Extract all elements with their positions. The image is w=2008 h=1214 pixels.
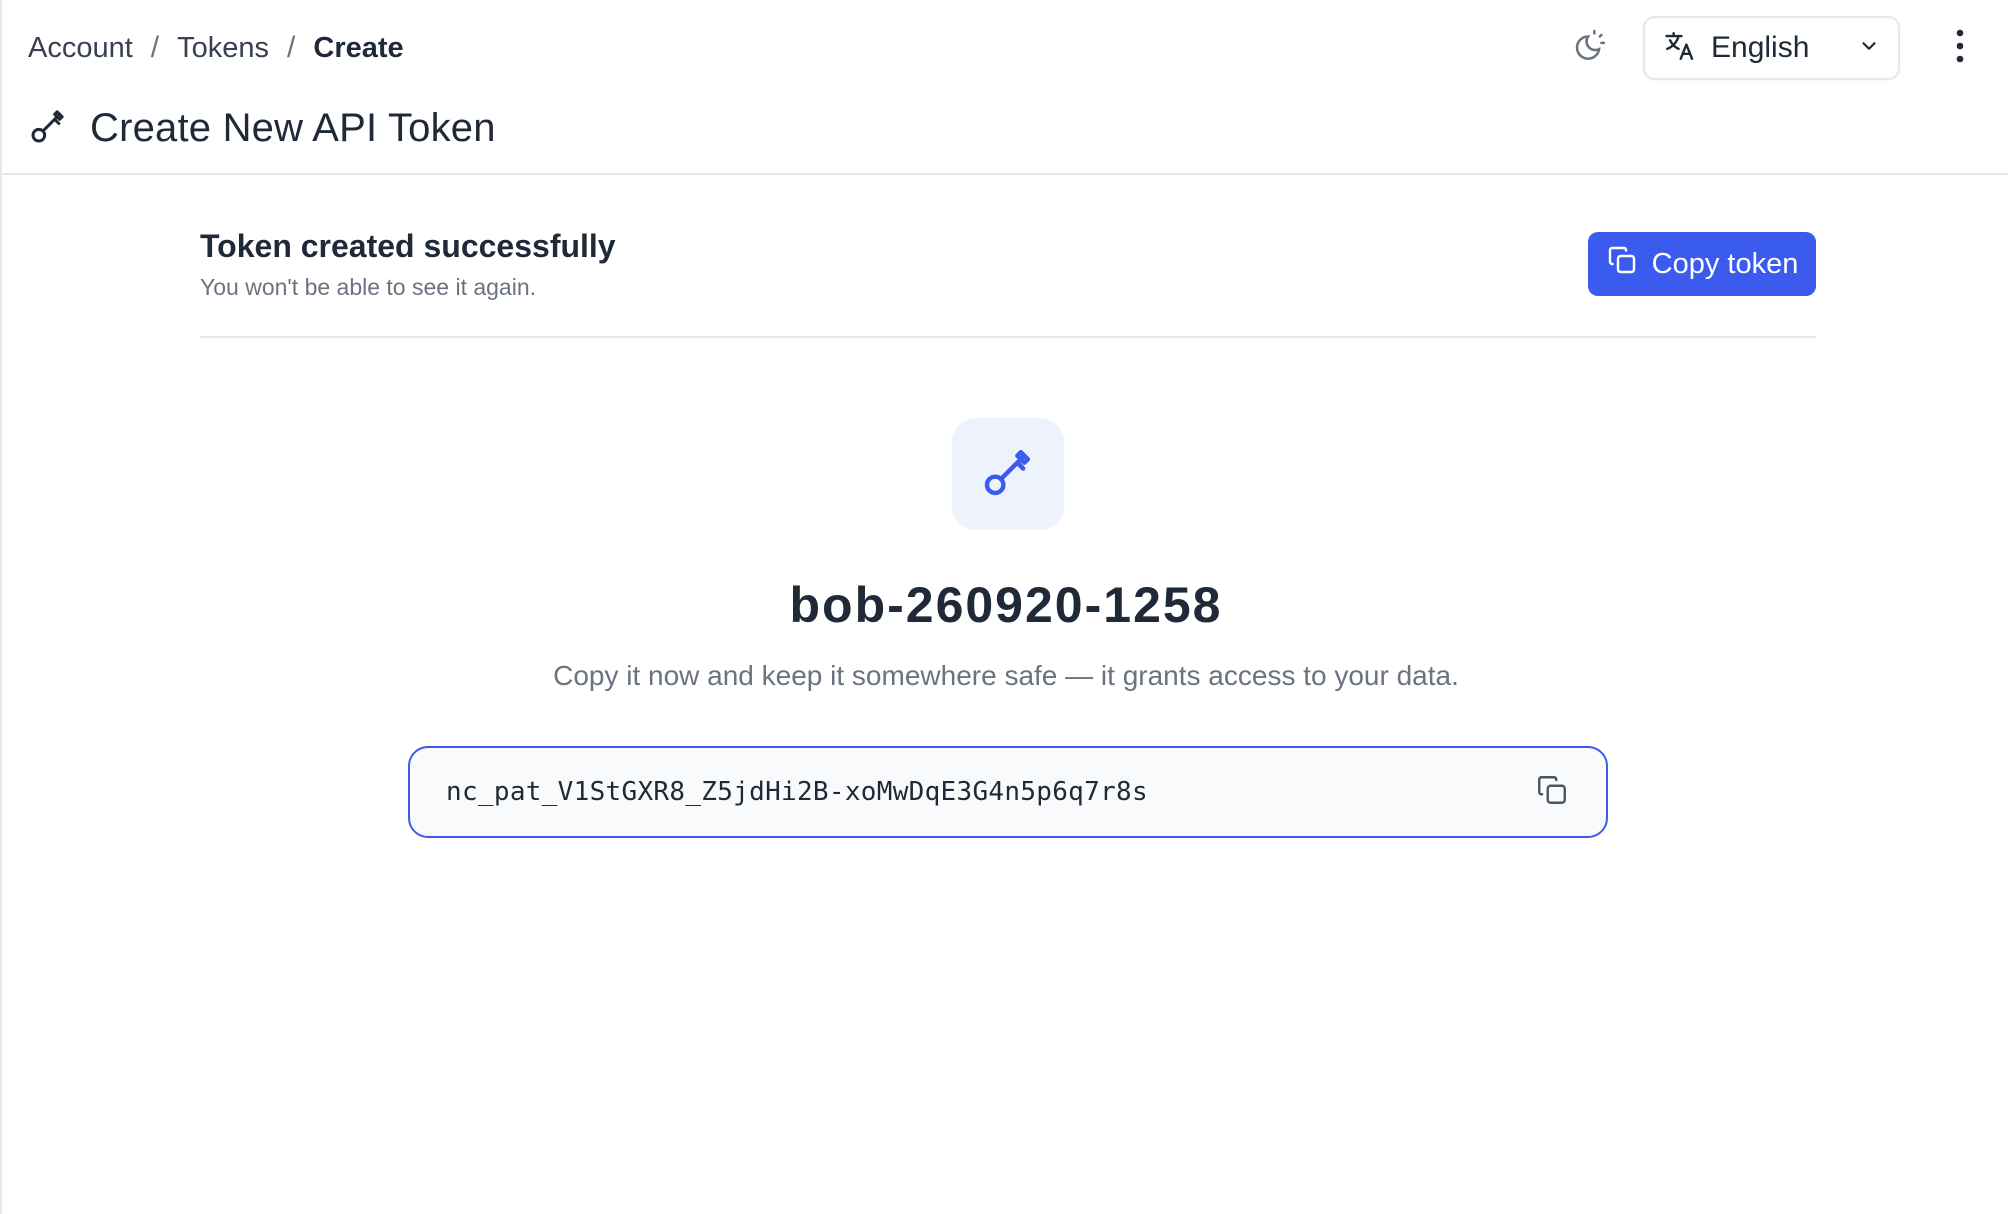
breadcrumb-tokens[interactable]: Tokens (177, 32, 269, 65)
more-options-button[interactable] (1940, 22, 1980, 74)
page-header: Account / Tokens / Create Create New API… (2, 0, 2008, 175)
key-icon (28, 106, 68, 151)
copy-icon (1606, 244, 1638, 284)
copy-token-label: Copy token (1651, 247, 1799, 280)
copy-token-button[interactable]: Copy token (1588, 232, 1816, 296)
key-icon (980, 444, 1036, 505)
breadcrumb-current: Create (313, 31, 404, 64)
token-value-field[interactable]: nc_pat_V1StGXR8_Z5jdHi2B-xoMwDqE3G4n5p6q… (408, 746, 1608, 838)
moon-sun-icon (1569, 27, 1607, 70)
breadcrumb: Account / Tokens / Create (28, 26, 404, 70)
breadcrumb-separator: / (287, 31, 296, 64)
translate-icon (1663, 29, 1697, 68)
language-selected: English (1711, 31, 1810, 64)
more-vertical-icon (1954, 28, 1966, 69)
breadcrumb-separator: / (150, 31, 160, 64)
breadcrumb-account[interactable]: Account (28, 32, 133, 65)
copy-icon (1535, 773, 1569, 812)
notice-subtext: You won't be able to see it again. (200, 274, 537, 300)
page-title: Create New API Token (90, 105, 496, 150)
copy-value-button[interactable] (1532, 772, 1572, 812)
token-hint: Copy it now and keep it somewhere safe —… (553, 660, 1459, 691)
theme-toggle-button[interactable] (1566, 26, 1610, 70)
notice-heading: Token created successfully (200, 228, 616, 264)
token-key-tile (952, 418, 1064, 530)
success-notice: Token created successfully You won't be … (200, 222, 1816, 338)
language-select[interactable]: English (1643, 16, 1900, 80)
token-value[interactable]: nc_pat_V1StGXR8_Z5jdHi2B-xoMwDqE3G4n5p6q… (446, 777, 1532, 807)
title-row: Create New API Token (28, 100, 496, 156)
chevron-down-icon (1858, 35, 1880, 62)
token-name: bob-260920-1258 (789, 577, 1223, 633)
app-window: Account / Tokens / Create Create New API… (0, 0, 2008, 1214)
